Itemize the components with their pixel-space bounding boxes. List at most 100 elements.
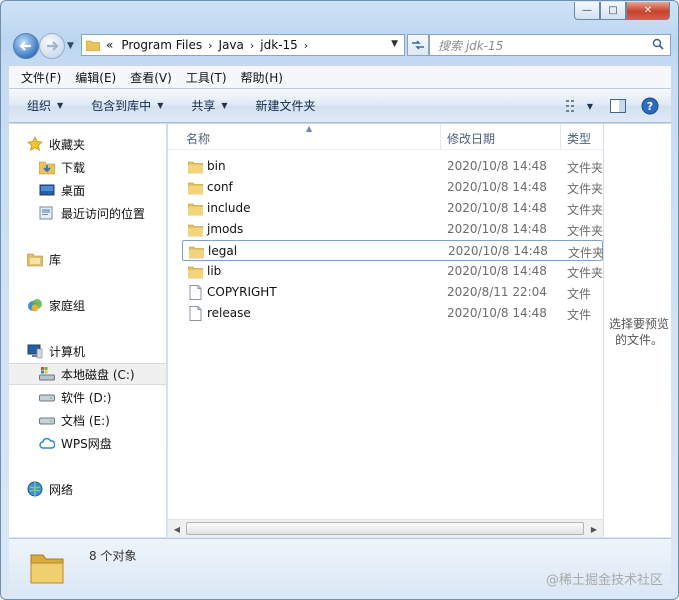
menu-tools[interactable]: 工具(T) [186, 69, 227, 86]
file-name: jmods [207, 222, 244, 236]
nav-computer[interactable]: 计算机 [9, 340, 166, 362]
address-bar[interactable]: « Program Files › Java › jdk-15 › ▼ [81, 34, 405, 56]
file-row[interactable]: legal 2020/10/8 14:48 文件夹 [182, 240, 604, 261]
nav-downloads[interactable]: 下载 [9, 156, 166, 178]
column-name[interactable]: 名称 [186, 130, 210, 147]
menu-view[interactable]: 查看(V) [130, 69, 172, 86]
nav-library[interactable]: 库 [9, 248, 166, 270]
back-button[interactable] [13, 33, 39, 59]
nav-recent-places[interactable]: 最近访问的位置 [9, 202, 166, 224]
file-modified-date: 2020/8/11 22:04 [447, 285, 547, 299]
new-folder-button[interactable]: 新建文件夹 [256, 97, 316, 114]
address-overflow-button[interactable]: « [106, 38, 113, 52]
close-button[interactable]: ✕ [626, 2, 670, 20]
nav-library-label: 库 [49, 252, 62, 267]
nav-downloads-label: 下载 [61, 160, 86, 175]
address-segment-program-files[interactable]: Program Files [121, 38, 202, 52]
file-type: 文件夹 [567, 182, 603, 196]
file-row[interactable]: bin 2020/10/8 14:48 文件夹 [182, 156, 603, 177]
nav-desktop[interactable]: 桌面 [9, 179, 166, 201]
address-segment-jdk[interactable]: jdk-15 [260, 38, 298, 52]
refresh-icon [412, 40, 424, 50]
homegroup-icon [28, 299, 42, 312]
chevron-down-icon: ▼ [57, 101, 64, 110]
minimize-button[interactable]: — [574, 2, 600, 20]
column-type[interactable]: 类型 [567, 130, 591, 147]
column-divider[interactable] [560, 124, 561, 150]
nav-homegroup[interactable]: 家庭组 [9, 294, 166, 316]
change-view-button[interactable] [565, 97, 583, 115]
watermark: @稀土掘金技术社区 [545, 573, 663, 588]
menu-bar: 文件(F) 编辑(E) 查看(V) 工具(T) 帮助(H) [9, 65, 671, 88]
file-icon [189, 306, 202, 321]
include-in-library-button[interactable]: 包含到库中 ▼ [91, 97, 163, 114]
include-in-library-label: 包含到库中 [91, 99, 152, 113]
address-segment-java[interactable]: Java [219, 38, 244, 52]
scroll-right-button[interactable]: ▶ [586, 522, 602, 536]
caption-buttons: — □ ✕ [574, 2, 670, 20]
item-count: 8 个对象 [89, 549, 137, 563]
recent-places-icon [39, 206, 53, 220]
library-icon [27, 253, 43, 267]
details-pane: 8 个对象 @稀土掘金技术社区 [9, 538, 671, 593]
refresh-button[interactable] [407, 34, 429, 56]
scroll-thumb[interactable] [186, 522, 584, 535]
nav-favorites[interactable]: 收藏夹 [9, 133, 166, 155]
chevron-right-icon[interactable]: › [304, 39, 308, 52]
file-type: 文件夹 [568, 246, 604, 260]
computer-icon [27, 344, 43, 359]
preview-message: 选择要预览的文件。 [608, 317, 669, 347]
share-button[interactable]: 共享 ▼ [191, 97, 227, 114]
sort-ascending-icon: ▲ [306, 124, 313, 133]
back-arrow-icon [19, 41, 31, 51]
recent-pages-button[interactable]: ▼ [67, 41, 74, 51]
folder-icon [189, 246, 204, 259]
help-icon: ? [641, 97, 659, 115]
horizontal-scrollbar[interactable]: ◀ ▶ [168, 519, 603, 537]
file-row[interactable]: release 2020/10/8 14:48 文件 [182, 303, 603, 324]
nav-drive-d[interactable]: 软件 (D:) [9, 386, 166, 408]
file-list: ▲ 名称 修改日期 类型 bin 2020/10/8 14:48 文件夹 conf 20… [168, 124, 604, 537]
organize-label: 组织 [27, 99, 52, 113]
search-icon[interactable] [652, 38, 664, 50]
file-modified-date: 2020/10/8 14:48 [447, 264, 547, 278]
view-list-icon [566, 100, 574, 112]
maximize-button[interactable]: □ [600, 2, 626, 20]
file-row[interactable]: COPYRIGHT 2020/8/11 22:04 文件 [182, 282, 603, 303]
file-row[interactable]: include 2020/10/8 14:48 文件夹 [182, 198, 603, 219]
organize-button[interactable]: 组织 ▼ [27, 97, 63, 114]
file-row[interactable]: jmods 2020/10/8 14:48 文件夹 [182, 219, 603, 240]
view-controls: ▼ ? [551, 97, 659, 115]
chevron-right-icon[interactable]: › [208, 39, 212, 52]
menu-file[interactable]: 文件(F) [21, 69, 61, 86]
nav-network[interactable]: 网络 [9, 478, 166, 500]
nav-wps-cloud[interactable]: WPS网盘 [9, 432, 166, 454]
column-date[interactable]: 修改日期 [447, 130, 495, 147]
file-name: lib [207, 264, 222, 278]
file-row[interactable]: lib 2020/10/8 14:48 文件夹 [182, 261, 603, 282]
file-name: include [207, 201, 251, 215]
address-dropdown-button[interactable]: ▼ [391, 39, 398, 49]
folder-icon [86, 40, 100, 51]
file-name: bin [207, 159, 226, 173]
file-name: COPYRIGHT [207, 285, 277, 299]
folder-icon [188, 266, 203, 279]
search-box[interactable]: 搜索 jdk-15 [429, 34, 671, 56]
drive-icon [39, 394, 55, 402]
scroll-left-button[interactable]: ◀ [169, 522, 185, 536]
file-row[interactable]: conf 2020/10/8 14:48 文件夹 [182, 177, 603, 198]
menu-edit[interactable]: 编辑(E) [75, 69, 116, 86]
nav-drive-e[interactable]: 文档 (E:) [9, 409, 166, 431]
chevron-down-icon: ▼ [157, 101, 164, 110]
forward-button[interactable] [39, 33, 65, 59]
command-bar: 组织 ▼ 包含到库中 ▼ 共享 ▼ 新建文件夹 ▼ ? [9, 88, 671, 123]
nav-drive-c[interactable]: 本地磁盘 (C:) [9, 363, 166, 385]
view-options-dropdown[interactable]: ▼ [585, 97, 595, 115]
help-button[interactable]: ? [641, 97, 659, 115]
file-name: legal [208, 244, 238, 258]
preview-pane-button[interactable] [609, 97, 627, 115]
desktop-icon [39, 184, 55, 196]
chevron-right-icon[interactable]: › [250, 39, 254, 52]
menu-help[interactable]: 帮助(H) [241, 69, 283, 86]
column-divider[interactable] [440, 124, 441, 150]
